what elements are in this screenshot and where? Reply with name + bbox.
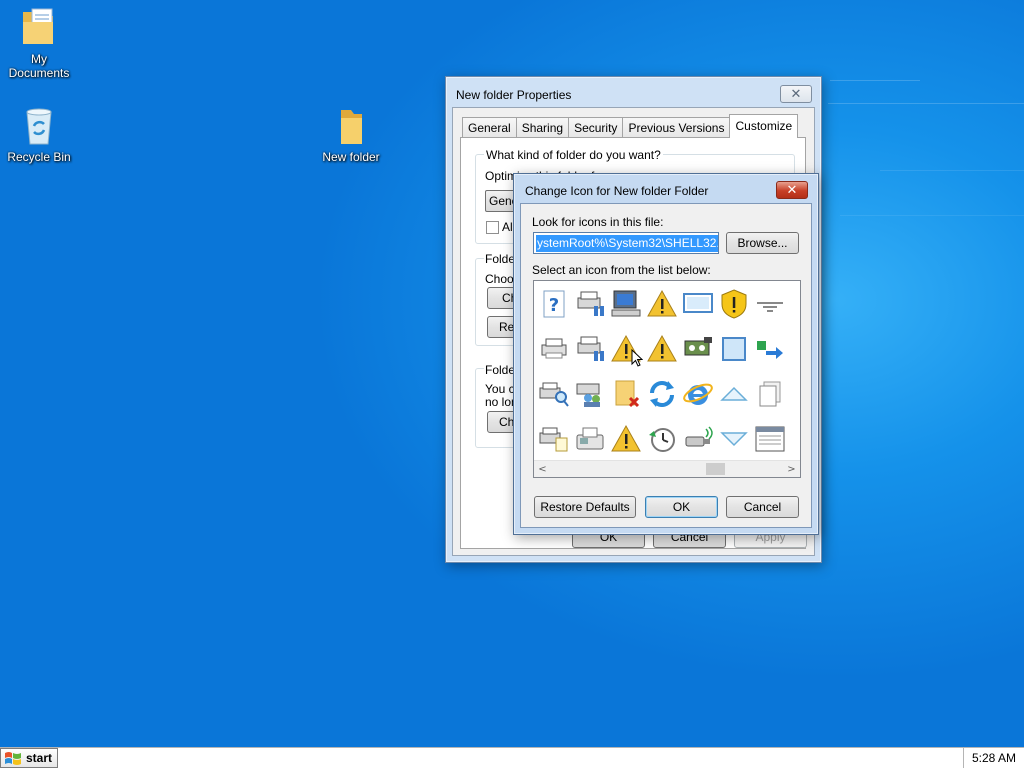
printer-document-icon[interactable] [536, 419, 572, 459]
network-printer-icon[interactable] [572, 284, 608, 324]
printer-search-icon[interactable] [536, 374, 572, 414]
start-button[interactable]: start [0, 748, 58, 768]
down-arrow-icon[interactable] [716, 419, 752, 459]
tab-previous-versions[interactable]: Previous Versions [622, 117, 731, 138]
shared-printer-icon[interactable] [572, 374, 608, 414]
close-button[interactable]: ✕ [776, 181, 808, 199]
tab-sharing[interactable]: Sharing [515, 117, 570, 138]
svg-text:?: ? [549, 295, 559, 316]
warning-icon[interactable] [644, 329, 680, 369]
fax-icon[interactable] [572, 419, 608, 459]
look-for-label: Look for icons in this file: [532, 215, 664, 229]
properties-tabs: General Sharing Security Previous Versio… [462, 114, 799, 138]
desktop-icon-label: Documents [8, 66, 70, 80]
ok-label: OK [672, 500, 691, 514]
browse-button[interactable]: Browse... [726, 232, 799, 254]
delete-folder-icon[interactable] [608, 374, 644, 414]
tab-general[interactable]: General [462, 117, 517, 138]
clock[interactable]: 5:28 AM [972, 751, 1016, 765]
warning-icon[interactable] [644, 284, 680, 324]
document-icon[interactable] [788, 329, 800, 369]
internet-explorer-icon[interactable] [680, 374, 716, 414]
security-shield-icon[interactable] [716, 284, 752, 324]
desktop-icon-label: My [31, 52, 47, 66]
refresh-icon[interactable] [644, 374, 680, 414]
start-label: start [26, 751, 53, 765]
change-icon-client: Look for icons in this file: ystemRoot%\… [520, 203, 812, 528]
computer-icon[interactable] [608, 284, 644, 324]
change-icon-ok-button[interactable]: OK [645, 496, 718, 518]
icon-list[interactable]: ? < > [533, 280, 801, 478]
blank-window-icon[interactable] [716, 329, 752, 369]
monitor-icon[interactable] [680, 284, 716, 324]
change-icon-cancel-button[interactable]: Cancel [726, 496, 799, 518]
window-title: New folder Properties [456, 88, 572, 102]
change-icon-window: Change Icon for New folder Folder ✕ Look… [513, 173, 819, 535]
select-icon-label: Select an icon from the list below: [532, 263, 711, 277]
desktop-icon-recycle-bin[interactable]: Recycle Bin [1, 104, 77, 164]
icon-file-path-field[interactable]: ystemRoot%\System32\SHELL32.dll [533, 232, 719, 254]
restore-defaults-button[interactable]: Restore Defaults [534, 496, 636, 518]
page-icon[interactable] [788, 419, 800, 459]
icon-file-path-value: ystemRoot%\System32\SHELL32.dll [536, 235, 718, 252]
folder-icon [331, 104, 371, 148]
documents-folder-icon [19, 6, 59, 50]
scroll-right-arrow[interactable]: > [783, 461, 800, 477]
move-to-icon[interactable] [752, 329, 788, 369]
system-tray: 5:28 AM [963, 748, 1024, 768]
warning-icon[interactable] [608, 419, 644, 459]
close-button[interactable]: ✕ [780, 85, 812, 103]
desktop-icon-label: New folder [322, 150, 380, 164]
desktop-icon-label: Recycle Bin [7, 150, 71, 164]
tab-customize[interactable]: Customize [729, 114, 799, 138]
window-list-icon[interactable] [752, 419, 788, 459]
restore-defaults-label: Restore Defaults [540, 500, 630, 514]
close-icon: ✕ [790, 86, 802, 102]
close-icon: ✕ [786, 182, 798, 198]
taskbar: start 5:28 AM [0, 747, 1024, 768]
network-printer-alt-icon[interactable] [572, 329, 608, 369]
restore-clock-icon[interactable] [644, 419, 680, 459]
help-icon[interactable]: ? [536, 284, 572, 324]
up-arrow-icon[interactable] [716, 374, 752, 414]
also-apply-checkbox[interactable] [486, 221, 499, 234]
blue-panel-icon[interactable] [788, 284, 800, 324]
mouse-cursor-icon [631, 349, 643, 367]
scroll-thumb[interactable] [706, 463, 725, 475]
sound-settings-icon[interactable] [680, 329, 716, 369]
usb-device-icon[interactable] [680, 419, 716, 459]
recycle-bin-icon [19, 104, 59, 148]
scroll-left-arrow[interactable]: < [534, 461, 551, 477]
cancel-label: Cancel [743, 500, 782, 514]
windows-logo-icon [4, 750, 22, 766]
window-title: Change Icon for New folder Folder [525, 184, 709, 198]
network-wire-icon[interactable] [752, 284, 788, 324]
desktop-icon-new-folder[interactable]: New folder [313, 104, 389, 164]
page-icon[interactable] [788, 374, 800, 414]
desktop-icon-my-documents[interactable]: My Documents [1, 6, 77, 80]
icon-list-scrollbar[interactable]: < > [534, 460, 800, 477]
printer-icon[interactable] [536, 329, 572, 369]
copy-pages-icon[interactable] [752, 374, 788, 414]
tab-security[interactable]: Security [568, 117, 624, 138]
folder-type-question: What kind of folder do you want? [484, 148, 663, 162]
browse-label: Browse... [737, 236, 788, 250]
